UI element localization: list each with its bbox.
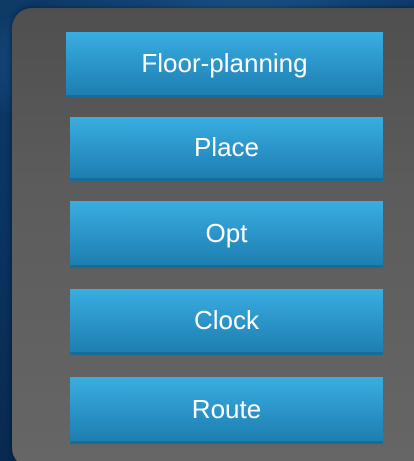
step-route: Route <box>70 377 383 444</box>
step-opt: Opt <box>70 201 383 268</box>
step-place: Place <box>70 117 383 181</box>
step-floor-planning: Floor-planning <box>66 32 383 98</box>
step-clock: Clock <box>70 289 383 355</box>
